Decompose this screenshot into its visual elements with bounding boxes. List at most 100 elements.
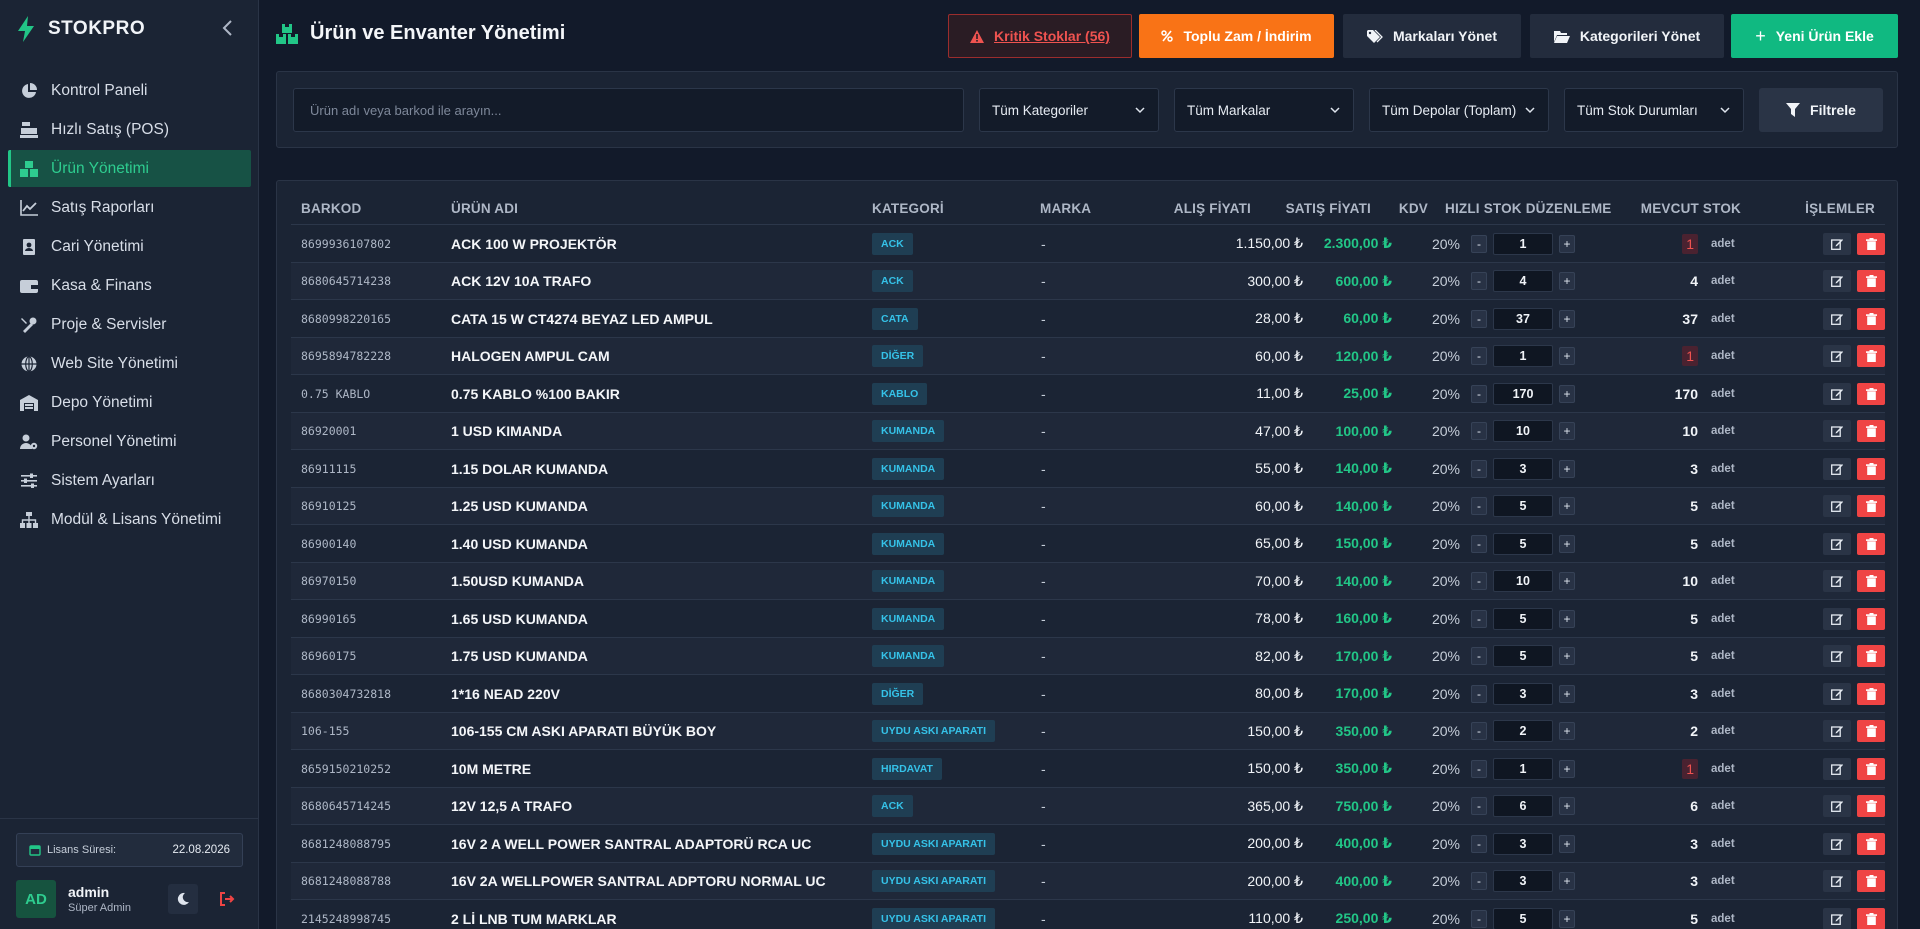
increment-button[interactable]: +: [1559, 497, 1575, 515]
edit-button[interactable]: [1823, 907, 1851, 929]
sidebar-item-4[interactable]: Cari Yönetimi: [8, 228, 251, 265]
table-row[interactable]: 8659150210252 10M METRE HIRDAVAT - 150,00 ₺ 3…: [291, 749, 1885, 786]
increment-button[interactable]: +: [1559, 534, 1575, 553]
col-sell-price[interactable]: SATIŞ FİYATI: [1286, 201, 1371, 216]
stock-status-select[interactable]: Tüm Stok Durumları: [1564, 88, 1744, 132]
increment-button[interactable]: +: [1559, 759, 1575, 778]
edit-button[interactable]: [1823, 682, 1851, 705]
delete-button[interactable]: [1857, 570, 1885, 592]
sidebar-item-2[interactable]: Ürün Yönetimi: [8, 150, 251, 187]
delete-button[interactable]: [1857, 795, 1885, 817]
brand-select[interactable]: Tüm Markalar: [1174, 88, 1354, 132]
logout-button[interactable]: [212, 884, 242, 914]
quantity-input[interactable]: 4: [1493, 270, 1553, 292]
category-select[interactable]: Tüm Kategoriler: [979, 88, 1159, 132]
table-row[interactable]: 86910125 1.25 USD KUMANDA KUMANDA - 60,00 ₺ 1…: [291, 486, 1885, 524]
add-product-button[interactable]: + Yeni Ürün Ekle: [1731, 14, 1898, 58]
table-row[interactable]: 86970150 1.50USD KUMANDA KUMANDA - 70,00 ₺ 14…: [291, 561, 1885, 599]
delete-button[interactable]: [1857, 270, 1885, 292]
quantity-input[interactable]: 170: [1493, 382, 1553, 405]
decrement-button[interactable]: -: [1471, 759, 1487, 778]
edit-button[interactable]: [1823, 457, 1851, 480]
col-buy-price[interactable]: ALIŞ FİYATI: [1174, 201, 1251, 216]
col-kdv[interactable]: KDV: [1399, 201, 1428, 216]
edit-button[interactable]: [1823, 570, 1851, 592]
delete-button[interactable]: [1857, 532, 1885, 555]
quantity-input[interactable]: 1: [1493, 345, 1553, 367]
edit-button[interactable]: [1823, 757, 1851, 780]
edit-button[interactable]: [1823, 420, 1851, 442]
quantity-input[interactable]: 37: [1493, 307, 1553, 330]
decrement-button[interactable]: -: [1471, 834, 1487, 853]
delete-button[interactable]: [1857, 420, 1885, 442]
increment-button[interactable]: +: [1559, 609, 1575, 628]
increment-button[interactable]: +: [1559, 384, 1575, 403]
decrement-button[interactable]: -: [1471, 534, 1487, 553]
manage-categories-button[interactable]: Kategorileri Yönet: [1530, 14, 1724, 58]
quantity-input[interactable]: 6: [1493, 795, 1553, 817]
quantity-input[interactable]: 3: [1493, 832, 1553, 855]
manage-brands-button[interactable]: Markaları Yönet: [1343, 14, 1521, 58]
sidebar-item-3[interactable]: Satış Raporları: [8, 189, 251, 226]
sidebar-item-7[interactable]: Web Site Yönetimi: [8, 345, 251, 382]
edit-button[interactable]: [1823, 645, 1851, 667]
edit-button[interactable]: [1823, 870, 1851, 892]
increment-button[interactable]: +: [1559, 797, 1575, 815]
sidebar-item-1[interactable]: Hızlı Satış (POS): [8, 111, 251, 148]
table-row[interactable]: 8680304732818 1*16 NEAD 220V DİĞER - 80,00 ₺…: [291, 674, 1885, 711]
sidebar-item-8[interactable]: Depo Yönetimi: [8, 384, 251, 421]
table-row[interactable]: 8699936107802 ACK 100 W PROJEKTÖR ACK - 1.15…: [291, 224, 1885, 261]
table-row[interactable]: 2145248998745 2 Lİ LNB TUM MARKLAR UYDU AS…: [291, 899, 1885, 929]
increment-button[interactable]: +: [1559, 572, 1575, 590]
table-row[interactable]: 8681248088795 16V 2 A WELL POWER SANTRAL …: [291, 824, 1885, 861]
brand[interactable]: STOKPRO: [0, 0, 259, 58]
delete-button[interactable]: [1857, 607, 1885, 630]
sidebar-item-9[interactable]: Personel Yönetimi: [8, 423, 251, 460]
increment-button[interactable]: +: [1559, 722, 1575, 740]
col-brand[interactable]: MARKA: [1040, 201, 1091, 216]
sidebar-item-0[interactable]: Kontrol Paneli: [8, 72, 251, 109]
increment-button[interactable]: +: [1559, 834, 1575, 853]
quantity-input[interactable]: 2: [1493, 720, 1553, 742]
decrement-button[interactable]: -: [1471, 797, 1487, 815]
decrement-button[interactable]: -: [1471, 609, 1487, 628]
delete-button[interactable]: [1857, 495, 1885, 517]
delete-button[interactable]: [1857, 682, 1885, 705]
increment-button[interactable]: +: [1559, 872, 1575, 890]
bulk-price-button[interactable]: Toplu Zam / İndirim: [1139, 14, 1334, 58]
quantity-input[interactable]: 5: [1493, 645, 1553, 667]
quantity-input[interactable]: 5: [1493, 607, 1553, 630]
increment-button[interactable]: +: [1559, 272, 1575, 290]
quantity-input[interactable]: 3: [1493, 457, 1553, 480]
warehouse-select[interactable]: Tüm Depolar (Toplam): [1369, 88, 1549, 132]
table-row[interactable]: 8680645714238 ACK 12V 10A TRAFO ACK - 300,00…: [291, 261, 1885, 299]
delete-button[interactable]: [1857, 382, 1885, 405]
edit-button[interactable]: [1823, 345, 1851, 367]
edit-button[interactable]: [1823, 832, 1851, 855]
decrement-button[interactable]: -: [1471, 234, 1487, 253]
decrement-button[interactable]: -: [1471, 647, 1487, 665]
decrement-button[interactable]: -: [1471, 572, 1487, 590]
table-row[interactable]: 86920001 1 USD KIMANDA KUMANDA - 47,00 ₺ 100,…: [291, 411, 1885, 449]
decrement-button[interactable]: -: [1471, 459, 1487, 478]
col-name[interactable]: ÜRÜN ADI: [451, 201, 518, 216]
quantity-input[interactable]: 5: [1493, 495, 1553, 517]
sidebar-item-11[interactable]: Modül & Lisans Yönetimi: [8, 501, 251, 538]
quantity-input[interactable]: 5: [1493, 907, 1553, 929]
sidebar-item-5[interactable]: Kasa & Finans: [8, 267, 251, 304]
search-input[interactable]: [293, 88, 964, 132]
sidebar-item-6[interactable]: Proje & Servisler: [8, 306, 251, 343]
col-stock[interactable]: MEVCUT STOK: [1641, 201, 1741, 216]
table-row[interactable]: 0.75 KABLO 0.75 KABLO %100 BAKIR KABLO - 11,…: [291, 374, 1885, 411]
edit-button[interactable]: [1823, 232, 1851, 255]
table-row[interactable]: 106-155 106-155 CM ASKI APARATI BÜYÜK BOY…: [291, 711, 1885, 749]
theme-toggle-button[interactable]: [168, 884, 198, 914]
delete-button[interactable]: [1857, 232, 1885, 255]
quantity-input[interactable]: 1: [1493, 232, 1553, 255]
edit-button[interactable]: [1823, 720, 1851, 742]
quantity-input[interactable]: 1: [1493, 757, 1553, 780]
table-row[interactable]: 8681248088788 16V 2A WELLPOWER SANTRAL AD…: [291, 861, 1885, 899]
delete-button[interactable]: [1857, 870, 1885, 892]
increment-button[interactable]: +: [1559, 909, 1575, 928]
decrement-button[interactable]: -: [1471, 422, 1487, 440]
